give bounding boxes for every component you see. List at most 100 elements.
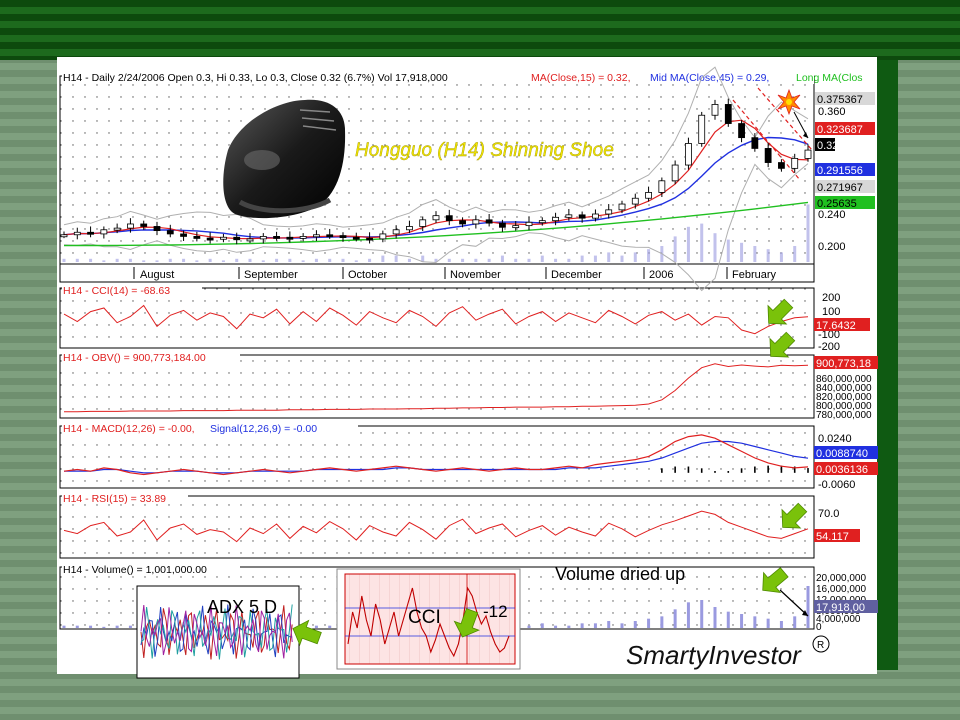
candle-body xyxy=(445,215,453,222)
price-header-malong: Long MA(Clos xyxy=(796,72,863,84)
volume-note: Volume dried up xyxy=(555,564,685,584)
volume-bar xyxy=(647,618,651,628)
chart-title: Hongguo (H14) Shinning Shoe xyxy=(355,140,614,161)
volume-y-tick-0: 20,000,000 xyxy=(816,573,866,584)
candle-body xyxy=(552,216,559,222)
month-label-dec: December xyxy=(551,269,602,281)
candle-body xyxy=(432,215,440,221)
price-badge-text: 0.25635 xyxy=(817,198,857,210)
rsi-y-axis: 70.0 xyxy=(818,508,839,520)
price-volume-bar xyxy=(155,260,159,262)
price-volume-bar xyxy=(394,255,398,262)
price-volume-bar xyxy=(128,258,132,262)
volume-bar xyxy=(527,625,531,628)
price-volume-bar xyxy=(580,255,584,262)
candle-body xyxy=(645,192,652,199)
price-volume-bar xyxy=(793,246,797,262)
candle-body xyxy=(127,223,134,229)
volume-y-tick-4: 4,000,000 xyxy=(816,614,861,625)
candle-body xyxy=(326,234,334,238)
price-volume-bar xyxy=(527,258,531,262)
price-volume-bar xyxy=(740,242,744,262)
price-volume-bar xyxy=(381,255,385,262)
volume-bar xyxy=(713,607,717,628)
candle-body xyxy=(379,233,387,240)
volume-bar xyxy=(567,625,571,628)
registered-mark: R xyxy=(817,640,824,651)
price-volume-bar xyxy=(182,258,186,262)
price-volume-bar xyxy=(766,249,770,262)
price-volume-bar xyxy=(328,258,332,262)
price-volume-bar xyxy=(633,252,637,262)
brand-logo: SmartyInvestor xyxy=(626,640,802,670)
candle-body xyxy=(352,236,360,240)
price-volume-bar xyxy=(713,233,717,262)
volume-bar xyxy=(779,621,783,628)
candle-body xyxy=(671,164,679,182)
candle-body xyxy=(113,227,121,231)
volume-bar xyxy=(554,625,558,628)
cci-y-tick-3: -200 xyxy=(818,341,840,353)
price-badge-text: 0.375367 xyxy=(817,94,863,106)
obv-header: H14 - OBV() = 900,773,184.00 xyxy=(62,351,240,364)
volume-bar xyxy=(75,625,79,628)
macd-y-tick-0: 0.0240 xyxy=(818,433,852,445)
candle-body xyxy=(791,157,799,169)
candle-body xyxy=(738,123,745,139)
price-volume-bar xyxy=(540,255,544,262)
candle-body xyxy=(206,237,214,241)
candle-body xyxy=(778,162,785,169)
rsi-y-tick-0: 70.0 xyxy=(818,508,839,520)
price-volume-bar xyxy=(647,249,651,262)
candle-body xyxy=(259,236,267,240)
candle-body xyxy=(100,229,108,235)
candle-body xyxy=(578,214,586,219)
price-volume-bar xyxy=(275,258,279,262)
volume-bar xyxy=(740,614,744,628)
price-y-tick-2: 0.200 xyxy=(818,241,846,253)
price-header-ma15: MA(Close,15) = 0.32, xyxy=(531,72,631,84)
volume-bar xyxy=(89,625,93,628)
volume-badge: 17,918,00 xyxy=(814,600,878,614)
candle-body xyxy=(592,213,599,219)
price-y-tick-1: 0.240 xyxy=(818,209,846,221)
macd-header-text: H14 - MACD(12,26) = -0.00, xyxy=(63,423,195,435)
candle-body xyxy=(273,236,280,239)
price-badge-text: 0.323687 xyxy=(817,124,863,136)
price-volume-bar xyxy=(368,258,372,262)
price-volume-bar xyxy=(779,252,783,262)
month-label-sep: September xyxy=(244,269,298,281)
price-volume-bar xyxy=(89,258,93,262)
month-label-feb: February xyxy=(732,269,777,281)
macd-signal-header-text: Signal(12,26,9) = -0.00 xyxy=(210,423,317,435)
volume-bar xyxy=(102,626,106,628)
price-volume-bar xyxy=(341,258,345,262)
price-badge-text: 0.32 xyxy=(817,140,838,152)
candle-body xyxy=(153,226,161,232)
cci-header: H14 - CCI(14) = -68.63 xyxy=(62,284,202,297)
candle-body xyxy=(193,236,201,239)
price-volume-bar xyxy=(235,258,239,262)
volume-bar xyxy=(660,616,664,628)
price-volume-bar xyxy=(500,255,504,262)
price-volume-bar xyxy=(248,258,252,262)
candle-body xyxy=(392,229,400,235)
price-volume-bar xyxy=(607,252,611,262)
price-volume-bar xyxy=(567,258,571,262)
volume-bar xyxy=(793,616,797,628)
price-volume-bar xyxy=(221,260,225,262)
candle-body xyxy=(313,234,320,238)
volume-bar xyxy=(620,623,624,628)
volume-bar xyxy=(686,602,690,628)
candle-body xyxy=(751,137,759,149)
obv-y-tick-4: 780,000,000 xyxy=(816,410,872,421)
volume-bar xyxy=(766,618,770,628)
candle-body xyxy=(166,230,174,235)
volume-badge-text: 17,918,00 xyxy=(816,602,865,614)
volume-bar xyxy=(806,586,810,628)
price-volume-bar xyxy=(487,258,491,262)
volume-bar xyxy=(593,623,597,628)
price-volume-bar xyxy=(208,258,212,262)
candle-body xyxy=(685,143,692,166)
price-volume-bar xyxy=(753,246,757,262)
